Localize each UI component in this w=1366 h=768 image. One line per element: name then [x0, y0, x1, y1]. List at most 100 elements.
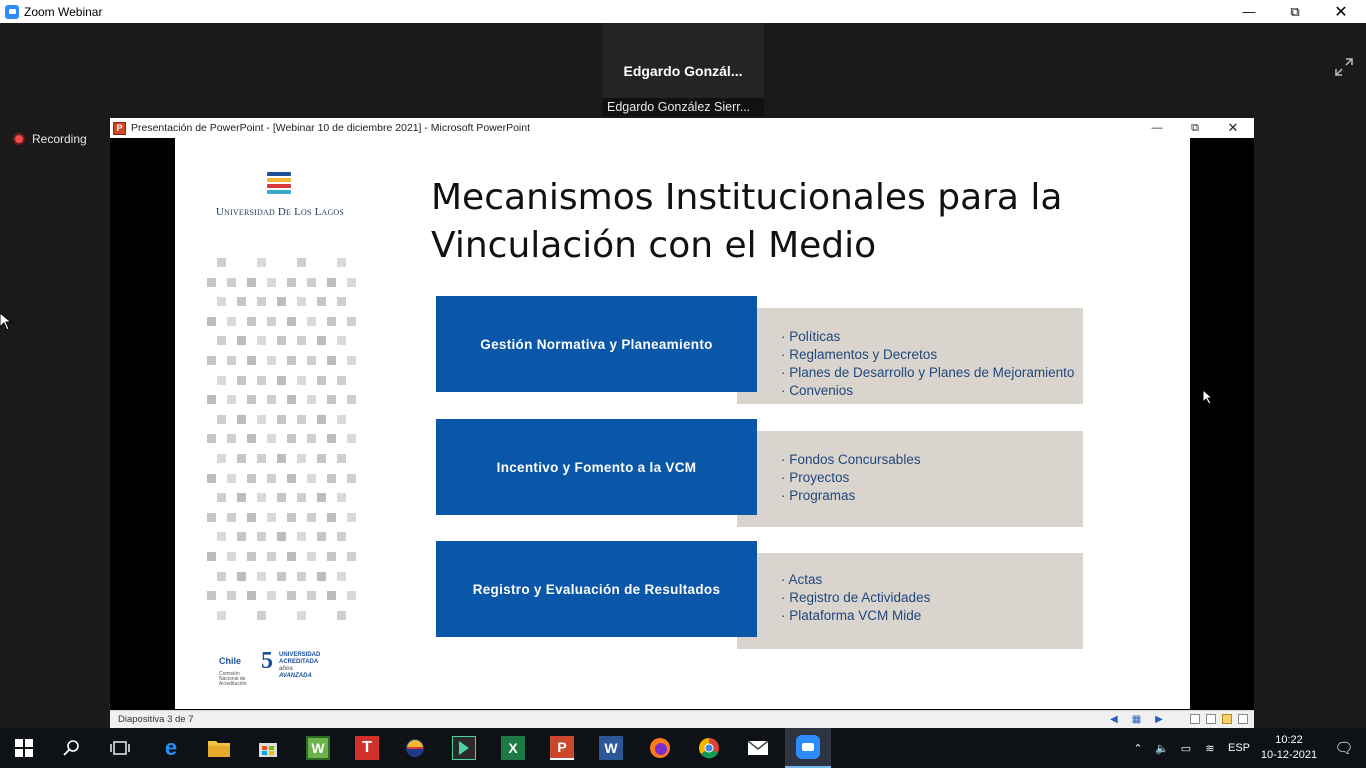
accreditation-agency-sub: Comisión Nacional de Acreditación	[219, 671, 247, 687]
pattern-square	[247, 395, 256, 405]
powerpoint-taskbar-icon[interactable]: P	[550, 736, 574, 760]
pattern-square	[257, 375, 266, 385]
normal-view-icon[interactable]	[1190, 714, 1200, 724]
slide-menu-icon[interactable]: ▦	[1132, 714, 1141, 725]
windows-start-icon[interactable]	[12, 736, 36, 760]
app-w-icon[interactable]: W	[306, 736, 330, 760]
search-icon[interactable]	[60, 736, 84, 760]
pattern-square	[337, 375, 346, 385]
pattern-square	[267, 512, 276, 522]
edge-icon[interactable]: e	[159, 735, 183, 760]
university-logo-icon	[267, 172, 291, 198]
pattern-square	[257, 532, 266, 542]
chrome-icon[interactable]	[697, 736, 721, 760]
mechanism-row: Registro y Evaluación de Resultados Acta…	[436, 541, 1083, 653]
reading-view-icon[interactable]	[1222, 714, 1232, 724]
task-view-icon[interactable]	[108, 736, 132, 760]
pattern-square	[227, 395, 236, 405]
battery-icon[interactable]: ▭	[1174, 742, 1198, 755]
app-round-icon[interactable]	[403, 736, 427, 760]
pattern-square	[237, 493, 246, 503]
mechanism-item: Planes de Desarrollo y Planes de Mejoram…	[781, 364, 1074, 382]
store-icon[interactable]	[256, 736, 280, 760]
pattern-square	[307, 434, 316, 444]
slide-counter: Diapositiva 3 de 7	[118, 714, 194, 725]
clock-time: 10:22	[1275, 734, 1303, 746]
pattern-square	[247, 316, 256, 326]
maximize-button[interactable]: ⧉	[1272, 0, 1318, 23]
zoom-taskbar-icon[interactable]	[785, 728, 831, 768]
minimize-button[interactable]: —	[1226, 0, 1272, 23]
pattern-square	[267, 356, 276, 365]
excel-icon[interactable]: X	[501, 736, 525, 760]
pattern-square	[247, 552, 256, 561]
word-icon[interactable]: W	[599, 736, 623, 760]
pattern-square	[327, 395, 336, 405]
clock[interactable]: 10:22 10-12-2021	[1256, 733, 1322, 763]
pattern-square	[257, 454, 266, 463]
pattern-square	[307, 395, 316, 405]
pattern-square	[347, 316, 356, 326]
previous-slide-icon[interactable]: ◀	[1110, 714, 1118, 725]
slideshow-view-icon[interactable]	[1238, 714, 1248, 724]
pattern-square	[247, 434, 256, 444]
participant-video-tile[interactable]: Edgardo Gonzál... Edgardo González Sierr…	[602, 23, 764, 116]
pattern-square	[207, 552, 216, 561]
next-slide-icon[interactable]: ▶	[1155, 714, 1163, 725]
pattern-square	[227, 512, 236, 522]
pattern-square	[217, 258, 226, 267]
mechanism-item: Actas	[781, 571, 930, 589]
slide-sorter-icon[interactable]	[1206, 714, 1216, 724]
app-arrow-icon[interactable]	[452, 736, 476, 760]
pattern-square	[257, 336, 266, 346]
pattern-square	[207, 356, 216, 365]
mechanism-item: Proyectos	[781, 469, 921, 487]
pattern-square	[207, 434, 216, 444]
file-explorer-icon[interactable]	[207, 736, 231, 760]
mail-icon[interactable]	[746, 736, 770, 760]
ppt-close-button[interactable]: ✕	[1214, 118, 1252, 138]
accreditation-text: UNIVERSIDAD ACREDITADA años AVANZADA	[279, 652, 349, 680]
pattern-square	[287, 591, 296, 601]
pattern-square	[247, 591, 256, 601]
volume-icon[interactable]: 🔈	[1150, 742, 1174, 755]
pattern-square	[217, 610, 226, 620]
pattern-square	[217, 454, 226, 463]
pattern-square	[337, 493, 346, 503]
accreditation-agency: Chile	[219, 656, 242, 666]
pattern-square	[227, 277, 236, 287]
pattern-square	[257, 297, 266, 307]
pattern-square	[247, 512, 256, 522]
mechanism-row: Gestión Normativa y Planeamiento Polític…	[436, 296, 1083, 408]
participant-name-large: Edgardo Gonzál...	[623, 63, 743, 79]
pattern-square	[307, 591, 316, 601]
accreditation-level: AVANZADA	[279, 673, 312, 679]
pattern-square	[287, 434, 296, 444]
ppt-minimize-button[interactable]: —	[1138, 118, 1176, 138]
pattern-square	[207, 473, 216, 483]
wifi-icon[interactable]: ≋	[1198, 742, 1222, 755]
chevron-up-icon[interactable]: ⌃	[1126, 742, 1150, 755]
pattern-square	[287, 512, 296, 522]
close-button[interactable]: ✕	[1318, 0, 1364, 23]
firefox-icon[interactable]	[648, 736, 672, 760]
pattern-square	[347, 591, 356, 601]
pattern-square	[297, 454, 306, 463]
pattern-square	[277, 336, 286, 346]
pattern-square	[217, 375, 226, 385]
mechanism-item: Fondos Concursables	[781, 451, 920, 469]
notifications-icon[interactable]: 🗨	[1322, 739, 1366, 757]
language-indicator[interactable]: ESP	[1222, 742, 1256, 754]
accreditation-years-label: años	[279, 666, 294, 672]
accreditation-years: 5	[261, 648, 273, 674]
pattern-square	[307, 552, 316, 561]
ppt-restore-button[interactable]: ⧉	[1176, 118, 1214, 138]
pattern-square	[277, 454, 286, 463]
fullscreen-icon[interactable]	[1334, 57, 1354, 77]
pattern-square	[327, 277, 336, 287]
app-t-icon[interactable]: T	[355, 736, 379, 760]
pattern-square	[217, 532, 226, 542]
mechanism-item: Programas	[781, 487, 921, 505]
pattern-square	[257, 258, 266, 267]
system-tray: ⌃ 🔈 ▭ ≋ ESP 10:22 10-12-2021 🗨	[1126, 728, 1366, 768]
